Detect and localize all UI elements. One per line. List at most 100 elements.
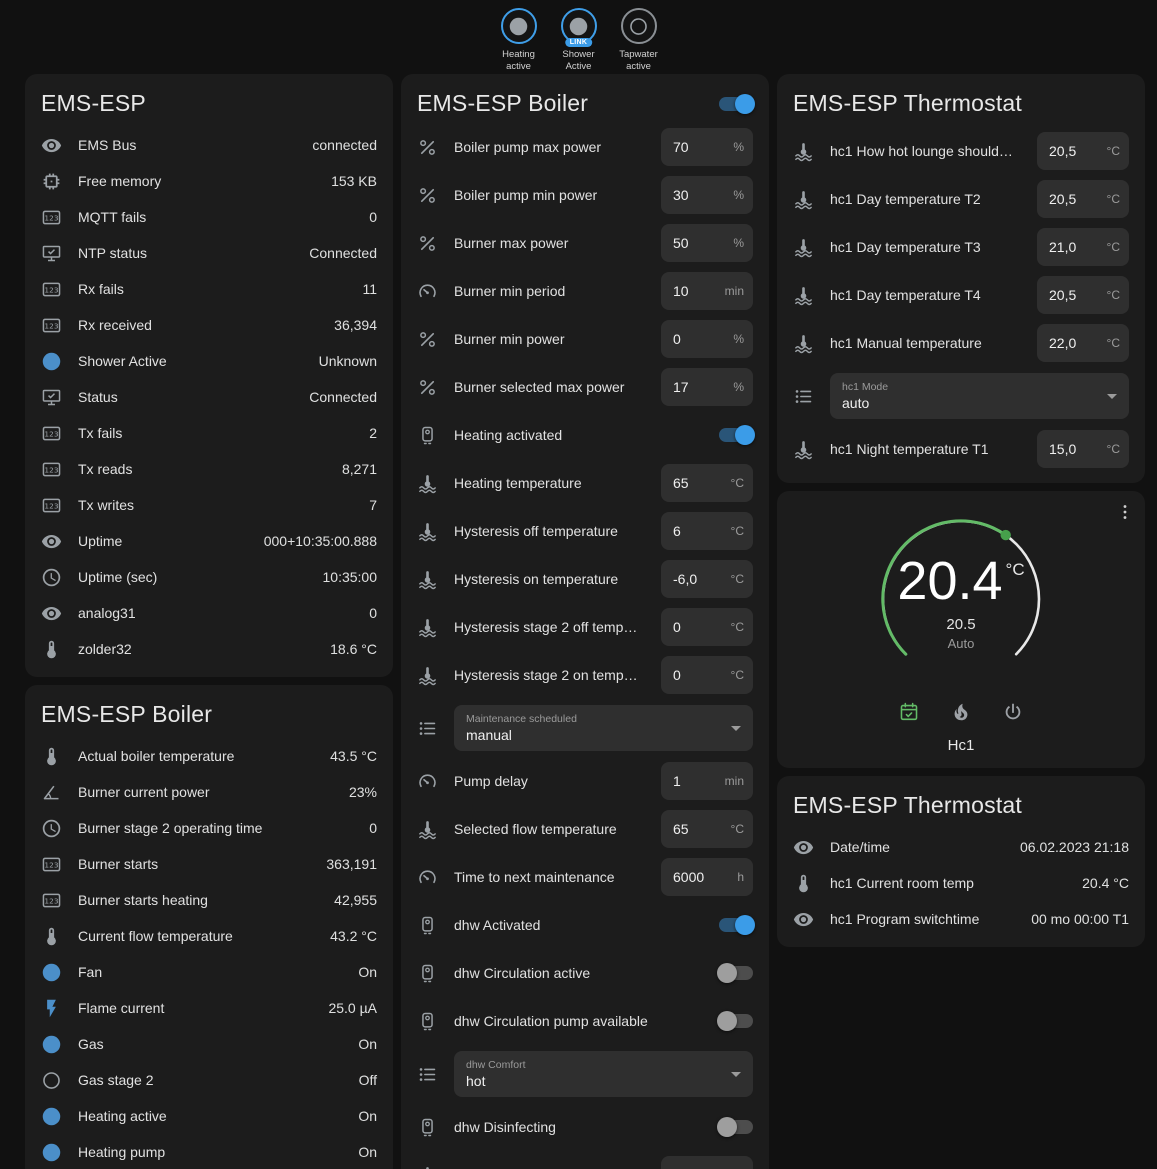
number-input[interactable]: 30 % xyxy=(661,176,753,214)
entity-row[interactable]: Actual boiler temperature 43.5 °C xyxy=(25,738,393,774)
select-input[interactable]: Maintenance scheduled manual xyxy=(454,705,753,751)
entity-row[interactable]: Heating temperature 65 °C xyxy=(401,459,769,507)
entity-row[interactable]: hc1 Night temperature T1 15,0 °C xyxy=(777,425,1145,473)
entity-row[interactable]: dhw Circulation pump available xyxy=(401,997,769,1045)
entity-row[interactable]: Gas stage 2 Off xyxy=(25,1062,393,1098)
entity-row[interactable]: hc1 Day temperature T2 20,5 °C xyxy=(777,175,1145,223)
entity-row[interactable]: hc1 Day temperature T3 21,0 °C xyxy=(777,223,1145,271)
entity-row[interactable]: 123 Burner starts 363,191 xyxy=(25,846,393,882)
entity-row[interactable]: dhw Circulation active xyxy=(401,949,769,997)
entity-row[interactable]: 123 Tx reads 8,271 xyxy=(25,451,393,487)
entity-row[interactable]: Selected flow temperature 65 °C xyxy=(401,805,769,853)
entity-row[interactable]: Maintenance scheduled manual xyxy=(401,699,769,757)
number-input[interactable]: 10 min xyxy=(661,272,753,310)
entity-row[interactable]: Status Connected xyxy=(25,379,393,415)
status-badge[interactable]: Heating active xyxy=(490,8,548,74)
entity-row[interactable]: 123 Tx writes 7 xyxy=(25,487,393,523)
number-input[interactable]: 1 min xyxy=(661,762,753,800)
entity-row[interactable]: 123 Rx fails 11 xyxy=(25,271,393,307)
number-input[interactable]: 0 °C xyxy=(661,608,753,646)
entity-row[interactable]: Boiler pump min power 30 % xyxy=(401,171,769,219)
entity-row[interactable]: Current flow temperature 43.2 °C xyxy=(25,918,393,954)
number-input[interactable]: 6000 h xyxy=(661,858,753,896)
entity-row[interactable]: Boiler pump max power 70 % xyxy=(401,123,769,171)
number-input[interactable]: 15,0 °C xyxy=(1037,430,1129,468)
thermostat-dial[interactable]: 20.4 °C 20.5 Auto xyxy=(869,507,1053,691)
number-input[interactable]: 20,5 °C xyxy=(1037,132,1129,170)
toggle-switch[interactable] xyxy=(719,966,753,980)
entity-row[interactable]: 123 MQTT fails 0 xyxy=(25,199,393,235)
number-input[interactable]: 6 °C xyxy=(661,512,753,550)
entity-row[interactable]: Heating active On xyxy=(25,1098,393,1134)
middle-column: EMS-ESP Boiler Boiler pump max power 70 … xyxy=(401,74,769,1169)
entity-row[interactable]: Uptime 000+10:35:00.888 xyxy=(25,523,393,559)
entity-row[interactable]: Date/time 06.02.2023 21:18 xyxy=(777,829,1145,865)
entity-row[interactable]: Burner selected max power 17 % xyxy=(401,363,769,411)
entity-row[interactable]: Hysteresis stage 2 on temp… 0 °C xyxy=(401,651,769,699)
dial-button[interactable] xyxy=(948,699,974,728)
number-input[interactable]: 17 % xyxy=(661,368,753,406)
entity-row[interactable]: dhw Activated xyxy=(401,901,769,949)
entity-row[interactable]: hc1 Mode auto xyxy=(777,367,1145,425)
entity-row[interactable]: hc1 Program switchtime 00 mo 00:00 T1 xyxy=(777,901,1145,937)
toggle-switch[interactable] xyxy=(719,428,753,442)
entity-row[interactable]: Burner min power 0 % xyxy=(401,315,769,363)
entity-row[interactable]: Heating activated xyxy=(401,411,769,459)
entity-row[interactable]: dhw Comfort hot xyxy=(401,1045,769,1103)
entity-row[interactable]: Burner max power 50 % xyxy=(401,219,769,267)
entity-row[interactable]: Time to next maintenance 6000 h xyxy=(401,853,769,901)
entity-row[interactable]: zolder32 18.6 °C xyxy=(25,631,393,667)
number-input[interactable]: 65 °C xyxy=(661,464,753,502)
number-input[interactable]: 0 °C xyxy=(661,656,753,694)
entity-row[interactable]: 123 Burner starts heating 42,955 xyxy=(25,882,393,918)
entity-row[interactable]: Uptime (sec) 10:35:00 xyxy=(25,559,393,595)
entity-row[interactable]: Pump delay 1 min xyxy=(401,757,769,805)
entity-row[interactable]: Burner current power 23% xyxy=(25,774,393,810)
number-input[interactable]: 21,0 °C xyxy=(1037,228,1129,266)
entity-row[interactable]: dhw Disinfecting xyxy=(401,1103,769,1151)
entity-row[interactable]: Shower Active Unknown xyxy=(25,343,393,379)
toggle-switch[interactable] xyxy=(719,918,753,932)
toggle-switch[interactable] xyxy=(719,1014,753,1028)
number-input[interactable]: 20,5 °C xyxy=(1037,276,1129,314)
entity-row[interactable]: dhw Disinfection temperature 70 °C xyxy=(401,1151,769,1169)
entity-row[interactable]: Burner stage 2 operating time 0 xyxy=(25,810,393,846)
entity-row[interactable]: analog31 0 xyxy=(25,595,393,631)
entity-label: Time to next maintenance xyxy=(454,869,661,885)
number-input[interactable]: 70 % xyxy=(661,128,753,166)
select-input[interactable]: dhw Comfort hot xyxy=(454,1051,753,1097)
status-badge[interactable]: LINK Shower Active xyxy=(550,8,608,74)
number-input[interactable]: 0 % xyxy=(661,320,753,358)
number-input[interactable]: 70 °C xyxy=(661,1156,753,1169)
boiler-enable-toggle[interactable] xyxy=(719,97,753,111)
status-badge[interactable]: Tapwater active xyxy=(610,8,668,74)
entity-row[interactable]: Hysteresis stage 2 off temp… 0 °C xyxy=(401,603,769,651)
more-options-button[interactable] xyxy=(1113,501,1137,525)
entity-row[interactable]: Gas On xyxy=(25,1026,393,1062)
entity-row[interactable]: hc1 Current room temp 20.4 °C xyxy=(777,865,1145,901)
entity-row[interactable]: 123 Rx received 36,394 xyxy=(25,307,393,343)
entity-row[interactable]: Flame current 25.0 µA xyxy=(25,990,393,1026)
entity-row[interactable]: hc1 How hot lounge should… 20,5 °C xyxy=(777,127,1145,175)
entity-row[interactable]: EMS Bus connected xyxy=(25,127,393,163)
entity-row[interactable]: Burner min period 10 min xyxy=(401,267,769,315)
number-input[interactable]: -6,0 °C xyxy=(661,560,753,598)
entity-row[interactable]: Heating pump On xyxy=(25,1134,393,1169)
number-input[interactable]: 65 °C xyxy=(661,810,753,848)
number-input[interactable]: 20,5 °C xyxy=(1037,180,1129,218)
number-input[interactable]: 22,0 °C xyxy=(1037,324,1129,362)
select-input[interactable]: hc1 Mode auto xyxy=(830,373,1129,419)
entity-row[interactable]: Hysteresis on temperature -6,0 °C xyxy=(401,555,769,603)
entity-row[interactable]: hc1 Manual temperature 22,0 °C xyxy=(777,319,1145,367)
entity-row[interactable]: 123 Tx fails 2 xyxy=(25,415,393,451)
dial-button[interactable] xyxy=(1000,699,1026,728)
entity-row[interactable]: Free memory 153 KB xyxy=(25,163,393,199)
dial-button[interactable] xyxy=(896,699,922,728)
entity-row[interactable]: Hysteresis off temperature 6 °C xyxy=(401,507,769,555)
number-input[interactable]: 50 % xyxy=(661,224,753,262)
toggle-switch[interactable] xyxy=(719,1120,753,1134)
entity-label: Uptime xyxy=(78,533,264,549)
entity-row[interactable]: Fan On xyxy=(25,954,393,990)
entity-row[interactable]: NTP status Connected xyxy=(25,235,393,271)
entity-row[interactable]: hc1 Day temperature T4 20,5 °C xyxy=(777,271,1145,319)
